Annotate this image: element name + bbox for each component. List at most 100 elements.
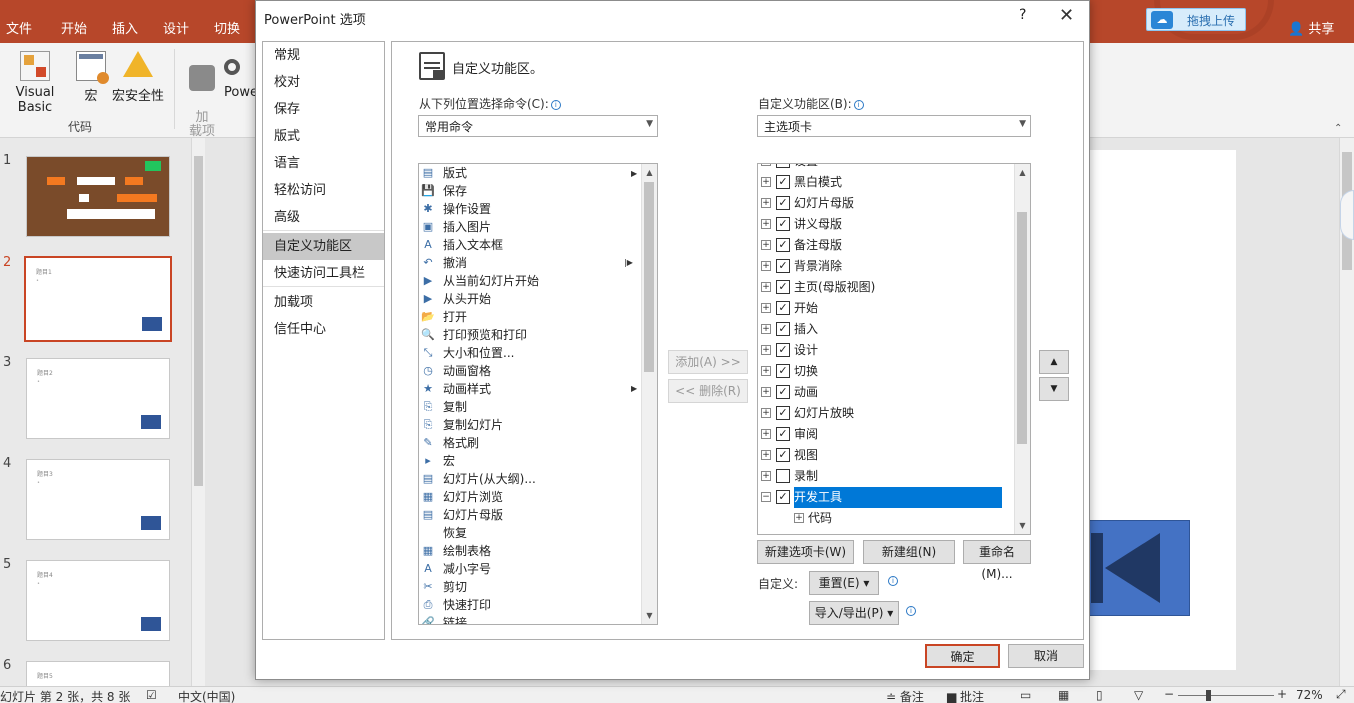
add-button[interactable]: 添加(A) >> bbox=[668, 350, 748, 374]
zoom-slider-thumb[interactable] bbox=[1206, 690, 1211, 701]
expand-icon[interactable]: + bbox=[761, 261, 771, 271]
scroll-up-icon[interactable]: ▲ bbox=[1015, 164, 1030, 181]
slideshow-icon[interactable]: ▽ bbox=[1134, 688, 1143, 702]
move-down-button[interactable]: ▼ bbox=[1039, 377, 1069, 401]
command-item[interactable]: ▶ 从头开始 bbox=[419, 290, 641, 308]
tree-item[interactable]: + ✓ 插入 bbox=[758, 319, 1014, 340]
remove-button[interactable]: << 删除(R) bbox=[668, 379, 748, 403]
thumbnails-scrollbar[interactable] bbox=[191, 138, 205, 686]
fit-slide-icon[interactable]: ⤢ bbox=[1336, 687, 1346, 702]
nav-accessibility[interactable]: 轻松访问 bbox=[263, 177, 384, 204]
command-item[interactable]: ▶ 从当前幻灯片开始 bbox=[419, 272, 641, 290]
checkbox[interactable]: ✓ bbox=[776, 301, 790, 315]
expand-icon[interactable]: + bbox=[761, 387, 771, 397]
command-item[interactable]: A 插入文本框 bbox=[419, 236, 641, 254]
scrollbar-thumb[interactable] bbox=[1017, 212, 1027, 444]
command-item[interactable]: ↶ 撤消 bbox=[419, 254, 641, 272]
checkbox[interactable]: ✓ bbox=[776, 364, 790, 378]
command-item[interactable]: 恢复 bbox=[419, 524, 641, 542]
powerpoint-addins-button[interactable]: Powe bbox=[224, 51, 256, 100]
tab-design[interactable]: 设计 bbox=[163, 18, 189, 37]
command-item[interactable]: A 减小字号 bbox=[419, 560, 641, 578]
macro-security-button[interactable]: 宏安全性 bbox=[112, 51, 164, 104]
expand-icon[interactable]: + bbox=[761, 219, 771, 229]
ok-button[interactable]: 确定 bbox=[925, 644, 1000, 668]
slide-thumbnail-5[interactable]: 题目4 • bbox=[26, 560, 170, 641]
tab-insert[interactable]: 插入 bbox=[112, 18, 138, 37]
import-export-button[interactable]: 导入/导出(P) ▾ bbox=[809, 601, 899, 625]
nav-quick-access-toolbar[interactable]: 快速访问工具栏 bbox=[263, 260, 384, 287]
close-icon[interactable]: ✕ bbox=[1059, 5, 1074, 26]
new-tab-button[interactable]: 新建选项卡(W) bbox=[757, 540, 854, 564]
command-item[interactable]: ⎘ 复制 bbox=[419, 398, 641, 416]
visual-basic-button[interactable]: Visual Basic bbox=[0, 51, 70, 115]
tree-item[interactable]: + ✓ 幻灯片放映 bbox=[758, 403, 1014, 424]
language-status[interactable]: 中文(中国) bbox=[178, 688, 235, 703]
slide-thumbnail-1[interactable] bbox=[26, 156, 170, 237]
commands-list[interactable]: ▤ 版式 💾 保存 ✱ 操作设置 ▣ 插入图片 A 插入文本框 ↶ 撤消 ▶ 从当前幻灯片开始 ▶ 从头开始 📂… bbox=[418, 163, 658, 625]
command-item[interactable]: 🔗 链接 bbox=[419, 614, 641, 624]
move-up-button[interactable]: ▲ bbox=[1039, 350, 1069, 374]
nav-trust-center[interactable]: 信任中心 bbox=[263, 316, 384, 343]
scroll-down-icon[interactable]: ▼ bbox=[1015, 517, 1030, 534]
checkbox[interactable]: ✓ bbox=[776, 448, 790, 462]
checkbox[interactable]: ✓ bbox=[776, 238, 790, 252]
tree-item[interactable]: + ✓ 备注母版 bbox=[758, 235, 1014, 256]
zoom-in-icon[interactable]: + bbox=[1277, 687, 1287, 701]
checkbox[interactable]: ✓ bbox=[776, 385, 790, 399]
accessibility-icon[interactable]: ☑ bbox=[146, 688, 157, 702]
tree-item[interactable]: + ✓ 讲义母版 bbox=[758, 214, 1014, 235]
ribbon-tree[interactable]: +✓设置 + ✓ 黑白模式 + ✓ 幻灯片母版 + ✓ 讲义母版 + ✓ 备注母版 + ✓ 背景消除 + ✓ 主页… bbox=[757, 163, 1031, 535]
addins-button[interactable]: 加 载项 bbox=[187, 51, 217, 139]
tree-item[interactable]: + ✓ 背景消除 bbox=[758, 256, 1014, 277]
command-item[interactable]: ▦ 幻灯片浏览 bbox=[419, 488, 641, 506]
command-item[interactable]: ⤡ 大小和位置... bbox=[419, 344, 641, 362]
nav-addins[interactable]: 加载项 bbox=[263, 289, 384, 316]
command-item[interactable]: ▸ 宏 bbox=[419, 452, 641, 470]
nav-general[interactable]: 常规 bbox=[263, 42, 384, 69]
expand-icon[interactable]: + bbox=[761, 429, 771, 439]
slide-sorter-icon[interactable]: ▦ bbox=[1058, 688, 1069, 702]
macro-button[interactable]: 宏 bbox=[76, 51, 109, 104]
tree-item[interactable]: +✓设置 bbox=[758, 164, 1014, 172]
tree-item[interactable]: + ✓ 主页(母版视图) bbox=[758, 277, 1014, 298]
slide-thumbnail-2[interactable]: 题目1 • bbox=[24, 256, 172, 342]
reset-button[interactable]: 重置(E) ▾ bbox=[809, 571, 879, 595]
customize-ribbon-combo[interactable]: 主选项卡 ▼ bbox=[757, 115, 1031, 137]
checkbox[interactable]: ✓ bbox=[776, 259, 790, 273]
tree-scrollbar[interactable]: ▲ ▼ bbox=[1014, 164, 1030, 534]
new-group-button[interactable]: 新建组(N) bbox=[863, 540, 955, 564]
tab-file[interactable]: 文件 bbox=[6, 18, 32, 37]
collapse-icon[interactable]: − bbox=[761, 492, 771, 502]
expand-icon[interactable]: + bbox=[761, 240, 771, 250]
scroll-up-icon[interactable]: ▲ bbox=[642, 164, 657, 181]
expand-icon[interactable]: + bbox=[761, 471, 771, 481]
slide-thumbnail-6[interactable]: 题目5 bbox=[26, 661, 170, 686]
zoom-out-icon[interactable]: − bbox=[1164, 687, 1174, 701]
zoom-level[interactable]: 72% bbox=[1296, 688, 1323, 702]
tree-item[interactable]: + 录制 bbox=[758, 466, 1014, 487]
checkbox[interactable] bbox=[776, 469, 790, 483]
expand-icon[interactable]: + bbox=[794, 513, 804, 523]
expand-icon[interactable]: + bbox=[761, 198, 771, 208]
expand-icon[interactable]: + bbox=[761, 303, 771, 313]
upload-button[interactable]: ☁ 拖拽上传 bbox=[1146, 8, 1246, 31]
command-item[interactable]: ⎘ 复制幻灯片 bbox=[419, 416, 641, 434]
command-item[interactable]: ✂ 剪切 bbox=[419, 578, 641, 596]
nav-layout[interactable]: 版式 bbox=[263, 123, 384, 150]
command-item[interactable]: ✱ 操作设置 bbox=[419, 200, 641, 218]
scrollbar-thumb[interactable] bbox=[194, 156, 203, 486]
checkbox[interactable]: ✓ bbox=[776, 427, 790, 441]
command-item[interactable]: ▤ 版式 bbox=[419, 164, 641, 182]
tree-item[interactable]: + ✓ 动画 bbox=[758, 382, 1014, 403]
reading-view-icon[interactable]: ▯ bbox=[1096, 688, 1103, 702]
command-item[interactable]: 💾 保存 bbox=[419, 182, 641, 200]
tree-item[interactable]: + ✓ 幻灯片母版 bbox=[758, 193, 1014, 214]
nav-proofing[interactable]: 校对 bbox=[263, 69, 384, 96]
nav-advanced[interactable]: 高级 bbox=[263, 204, 384, 231]
expand-icon[interactable]: + bbox=[761, 345, 771, 355]
comments-button[interactable]: ▆ 批注 bbox=[947, 688, 984, 703]
nav-save[interactable]: 保存 bbox=[263, 96, 384, 123]
checkbox[interactable]: ✓ bbox=[776, 406, 790, 420]
command-item[interactable]: ▤ 幻灯片(从大纲)... bbox=[419, 470, 641, 488]
